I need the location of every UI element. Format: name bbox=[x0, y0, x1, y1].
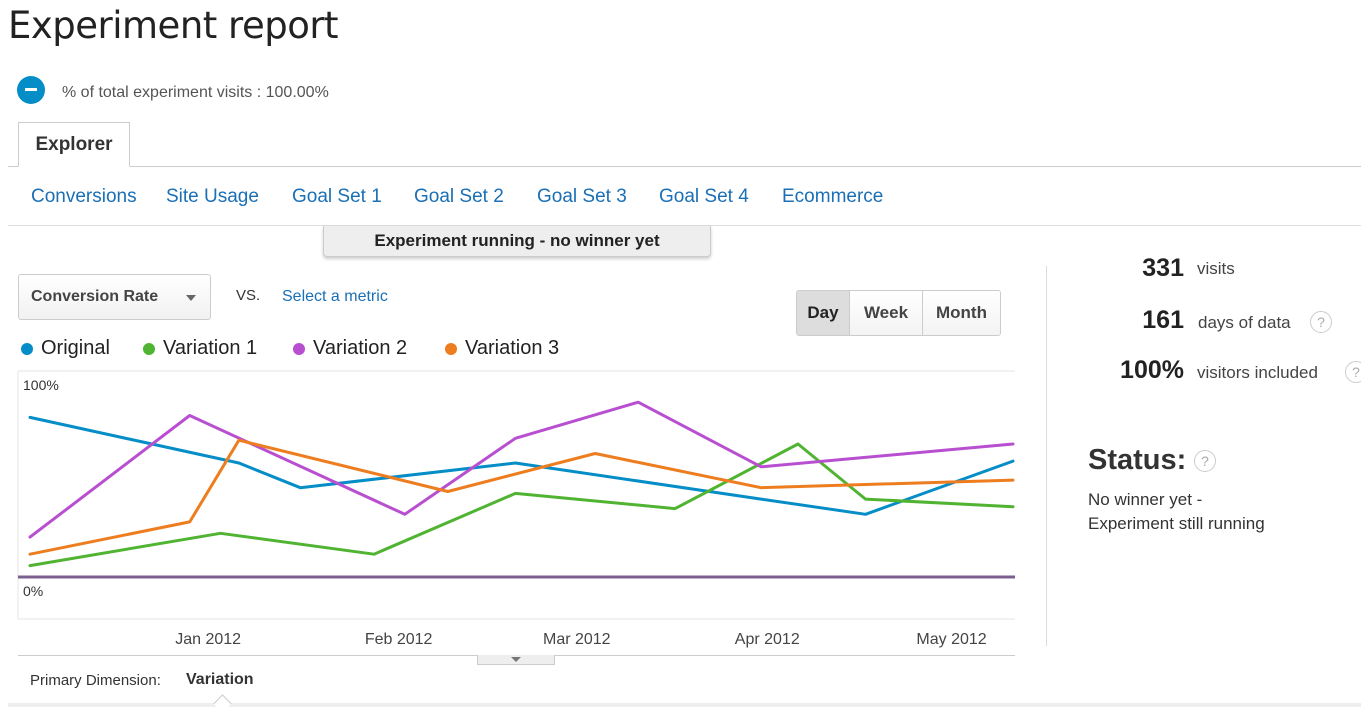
primary-dimension-value[interactable]: Variation bbox=[186, 671, 254, 689]
x-tick-label: Jan 2012 bbox=[175, 631, 241, 648]
subtab-goal-set-3[interactable]: Goal Set 3 bbox=[537, 186, 627, 208]
subtab-goal-set-4[interactable]: Goal Set 4 bbox=[659, 186, 749, 208]
segment-pie-icon[interactable] bbox=[17, 76, 45, 104]
status-title: Status: bbox=[1088, 444, 1187, 476]
legend-item-variation-1[interactable]: Variation 1 bbox=[143, 337, 257, 360]
x-tick-label: Apr 2012 bbox=[735, 631, 800, 648]
legend-dot-icon bbox=[21, 342, 33, 355]
page-title: Experiment report bbox=[8, 4, 339, 47]
subtab-ecommerce[interactable]: Ecommerce bbox=[782, 186, 883, 208]
x-tick-label: Mar 2012 bbox=[543, 631, 611, 648]
subtab-goal-set-2[interactable]: Goal Set 2 bbox=[414, 186, 504, 208]
experiment-status-banner: Experiment running - no winner yet bbox=[323, 226, 711, 257]
subtab-conversions[interactable]: Conversions bbox=[31, 186, 137, 208]
legend-item-variation-2[interactable]: Variation 2 bbox=[293, 337, 407, 360]
tab-divider bbox=[8, 166, 1361, 167]
y-tick-label: 100% bbox=[23, 377, 59, 393]
period-week-button[interactable]: Week bbox=[849, 291, 922, 335]
subtab-goal-set-1[interactable]: Goal Set 1 bbox=[292, 186, 382, 208]
help-icon[interactable]: ? bbox=[1310, 311, 1332, 333]
stat-visits-value: 331 bbox=[1142, 254, 1184, 282]
period-day-button[interactable]: Day bbox=[797, 291, 849, 335]
segment-summary: % of total experiment visits : 100.00% bbox=[62, 84, 329, 101]
legend-label: Variation 2 bbox=[313, 337, 408, 359]
x-tick-label: Feb 2012 bbox=[365, 631, 433, 648]
select-metric-link[interactable]: Select a metric bbox=[282, 288, 388, 306]
legend-label: Variation 1 bbox=[163, 337, 258, 359]
stat-days-label: days of data bbox=[1198, 313, 1291, 332]
stat-visitors-label: visitors included bbox=[1197, 363, 1318, 382]
status-line-2: Experiment still running bbox=[1088, 514, 1265, 533]
stat-days-value: 161 bbox=[1142, 306, 1184, 334]
metric-dropdown[interactable]: Conversion Rate bbox=[18, 274, 211, 320]
conversion-rate-chart[interactable]: 100% 0% Jan 2012 Feb 2012 Mar 2012 Apr 2012 Ma… bbox=[0, 365, 1030, 655]
legend-dot-icon bbox=[445, 342, 457, 355]
legend-label: Variation 3 bbox=[465, 337, 560, 359]
x-tick-label: May 2012 bbox=[916, 631, 986, 648]
tab-explorer[interactable]: Explorer bbox=[18, 122, 130, 167]
chevron-down-icon bbox=[186, 295, 196, 301]
period-month-button[interactable]: Month bbox=[922, 291, 1000, 335]
dimension-bar-divider bbox=[8, 703, 1361, 707]
stat-visitors-value: 100% bbox=[1120, 356, 1184, 384]
stat-visits-label: visits bbox=[1197, 259, 1235, 278]
primary-dimension-label: Primary Dimension: bbox=[30, 672, 161, 689]
subtab-site-usage[interactable]: Site Usage bbox=[166, 186, 259, 208]
legend-dot-icon bbox=[293, 342, 305, 355]
series-line-variation-1 bbox=[28, 442, 1015, 568]
panel-divider bbox=[1046, 266, 1047, 646]
period-toggle: Day Week Month bbox=[796, 290, 1001, 336]
series-line-variation-2 bbox=[28, 400, 1015, 539]
help-icon[interactable]: ? bbox=[1345, 361, 1361, 383]
vs-label: VS. bbox=[236, 287, 261, 304]
chevron-down-icon bbox=[511, 657, 521, 662]
status-line-1: No winner yet - bbox=[1088, 490, 1203, 509]
legend-dot-icon bbox=[143, 342, 155, 355]
y-tick-label: 0% bbox=[23, 583, 43, 599]
legend-item-original[interactable]: Original bbox=[21, 337, 110, 360]
metric-dropdown-label: Conversion Rate bbox=[31, 288, 159, 305]
legend-label: Original bbox=[41, 337, 110, 359]
legend-item-variation-3[interactable]: Variation 3 bbox=[445, 337, 559, 360]
dimension-pointer-icon bbox=[213, 694, 232, 713]
help-icon[interactable]: ? bbox=[1194, 450, 1216, 472]
